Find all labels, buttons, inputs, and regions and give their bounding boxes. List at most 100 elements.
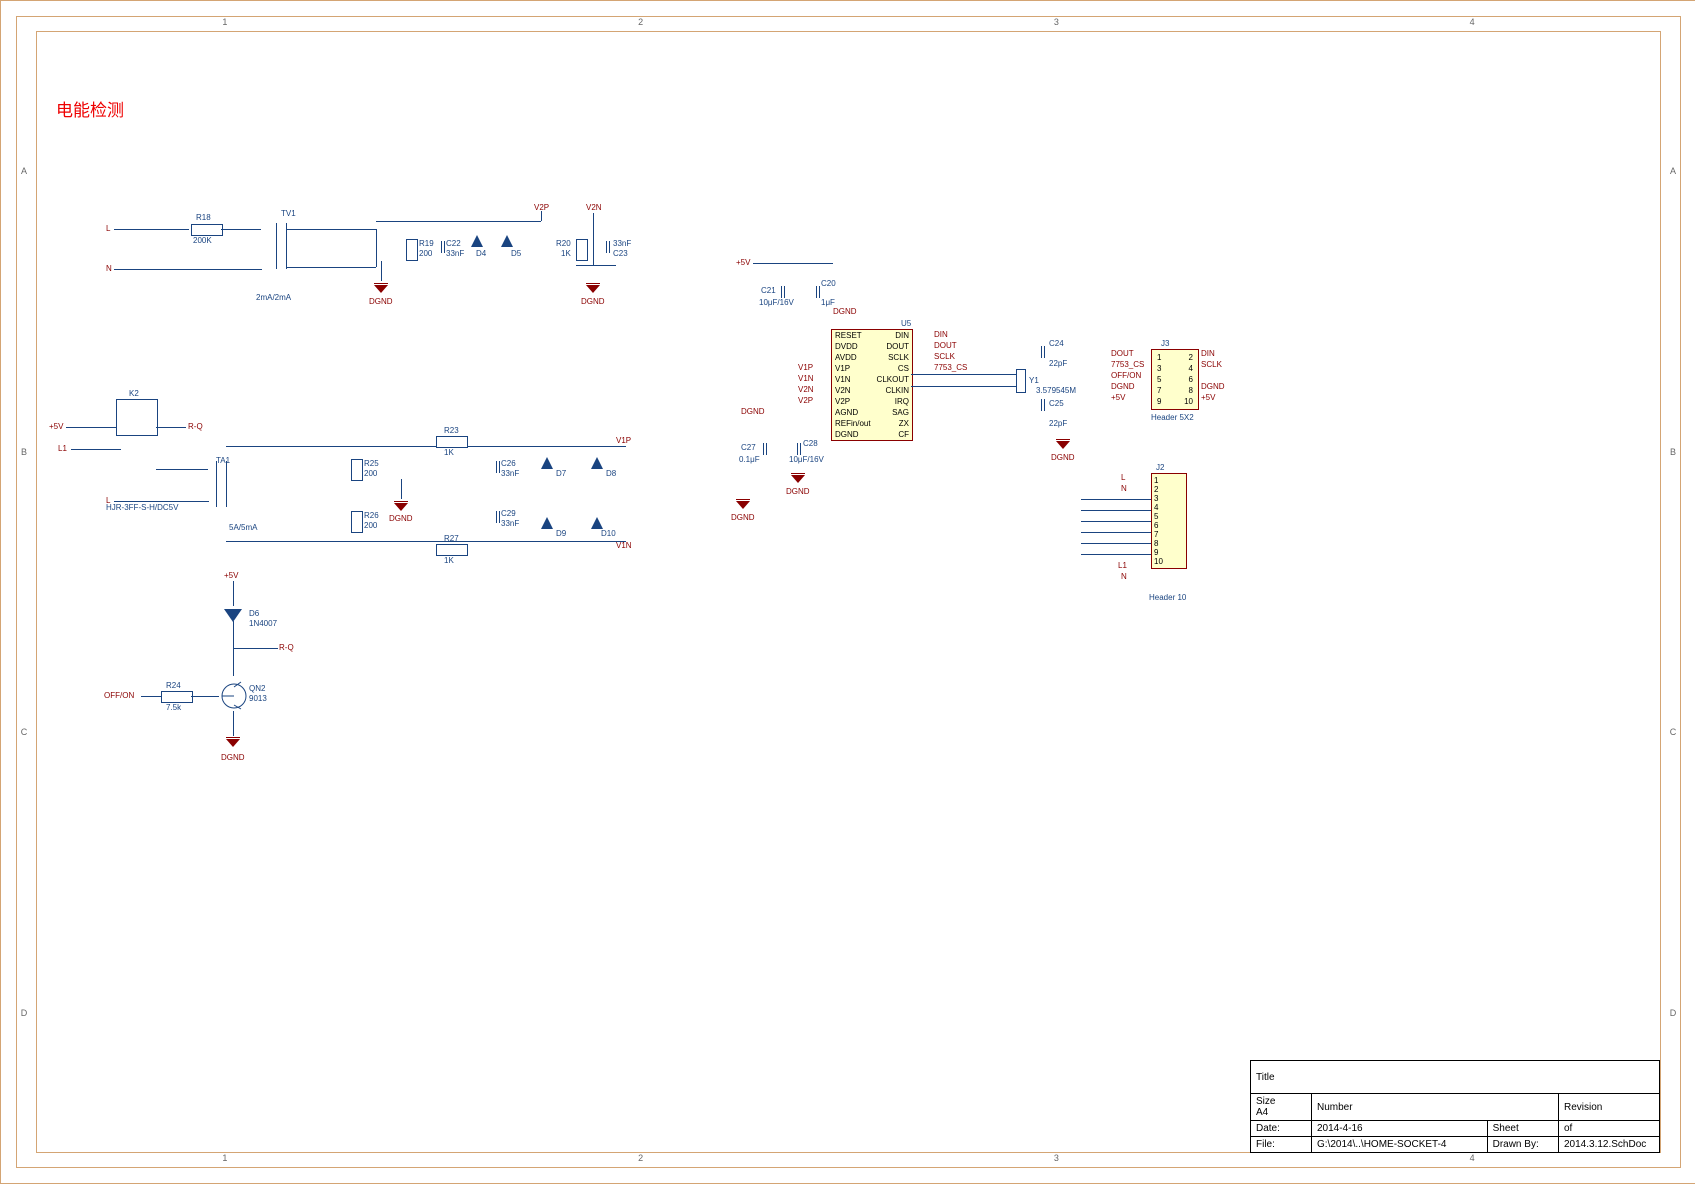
wire [753, 263, 833, 264]
r23-ref: R23 [444, 426, 459, 435]
wire [216, 461, 217, 507]
r20-val: 1K [561, 249, 571, 258]
col-labels-bottom: 1234 [17, 1153, 1680, 1167]
gnd-icon [226, 737, 240, 749]
resistor-r18 [191, 224, 223, 236]
cap-c21 [781, 286, 785, 298]
net-v2n: V2N [586, 203, 602, 212]
wire [1081, 521, 1151, 522]
net-N: N [106, 264, 112, 273]
cap-c26 [496, 461, 500, 473]
resistor-r27 [436, 544, 468, 556]
r24-val: 7.5k [166, 703, 181, 712]
c21-val: 10μF/16V [759, 298, 794, 307]
cap-c24 [1041, 346, 1045, 358]
wire [1081, 543, 1151, 544]
ta1-ref: TA1 [216, 456, 230, 465]
wire [71, 449, 121, 450]
dgnd-label: DGND [369, 297, 393, 306]
gnd-icon [736, 499, 750, 511]
j2-val: Header 10 [1149, 593, 1186, 602]
c23-ref: C23 [613, 249, 628, 258]
resistor-r20 [576, 239, 588, 261]
c27-ref: C27 [741, 443, 756, 452]
net-sclk: SCLK [934, 352, 955, 361]
r24-ref: R24 [166, 681, 181, 690]
net-din: DIN [934, 330, 948, 339]
net-v1p: V1P [616, 436, 631, 445]
row-labels-left: ABCD [17, 31, 31, 1153]
j3l3: DGND [1111, 382, 1135, 391]
wire [286, 267, 376, 268]
wire [1081, 510, 1151, 511]
r23-val: 1K [444, 448, 454, 457]
c29-ref: C29 [501, 509, 516, 518]
wire [233, 581, 234, 606]
tv1-ref: TV1 [281, 209, 296, 218]
c26-ref: C26 [501, 459, 516, 468]
c22-ref: C22 [446, 239, 461, 248]
net-v2p: V2P [534, 203, 549, 212]
gnd-icon [1056, 439, 1070, 451]
r25-ref: R25 [364, 459, 379, 468]
gnd-icon [586, 283, 600, 295]
wire [1081, 554, 1151, 555]
wire [114, 501, 209, 502]
wire [66, 427, 116, 428]
j3r0: DIN [1201, 349, 1215, 358]
dgnd-label: DGND [833, 307, 857, 316]
schematic-title: 电能检测 [56, 96, 124, 121]
net-L: L [106, 224, 110, 233]
qn2-val: 9013 [249, 694, 267, 703]
wire [191, 696, 219, 697]
wire [376, 229, 377, 267]
qn2-ref: QN2 [249, 684, 265, 693]
wire [276, 223, 277, 269]
crystal-y1 [1016, 369, 1026, 393]
net-5v: +5V [49, 422, 63, 431]
c22-val: 33nF [446, 249, 464, 258]
wire [401, 479, 402, 499]
net-5v: +5V [736, 258, 750, 267]
c20-val: 1μF [821, 298, 835, 307]
j3l4: +5V [1111, 393, 1125, 402]
net-dgnd: DGND [741, 407, 765, 416]
j3-val: Header 5X2 [1151, 413, 1194, 422]
d9-ref: D9 [556, 529, 566, 538]
r18-val: 200K [193, 236, 212, 245]
dgnd-label: DGND [1051, 453, 1075, 462]
c28-ref: C28 [803, 439, 818, 448]
net-cs: 7753_CS [934, 363, 967, 372]
cap-c20 [816, 286, 820, 298]
ta1-val: 5A/5mA [229, 523, 257, 532]
r26-val: 200 [364, 521, 377, 530]
net-L: L [106, 496, 110, 505]
row-labels-right: ABCD [1666, 31, 1680, 1153]
wire [911, 374, 1016, 375]
cap-c29 [496, 511, 500, 523]
c20-ref: C20 [821, 279, 836, 288]
header-j3: 12 34 56 78 910 [1151, 349, 1199, 410]
u5-ref: U5 [901, 319, 911, 328]
wire [221, 229, 261, 230]
header-j2: 12345678910 [1151, 473, 1187, 569]
cap-c27 [763, 443, 767, 455]
net-v1p: V1P [798, 363, 813, 372]
c28-val: 10μF/16V [789, 455, 824, 464]
r26-ref: R26 [364, 511, 379, 520]
wire [156, 469, 208, 470]
wire [141, 696, 161, 697]
gnd-icon [374, 283, 388, 295]
y1-val: 3.579545M [1036, 386, 1076, 395]
c29-val: 33nF [501, 519, 519, 528]
r27-ref: R27 [444, 534, 459, 543]
wire [226, 461, 227, 507]
wire [286, 229, 376, 230]
ic-u5: RESETDIN DVDDDOUT AVDDSCLK V1PCS V1NCLKO… [831, 329, 913, 441]
relay-part: HJR-3FF-S-H/DC5V [106, 503, 178, 512]
r27-val: 1K [444, 556, 454, 565]
wire [376, 221, 541, 222]
c26-val: 33nF [501, 469, 519, 478]
net-v1n: V1N [798, 374, 814, 383]
wire [1081, 499, 1151, 500]
